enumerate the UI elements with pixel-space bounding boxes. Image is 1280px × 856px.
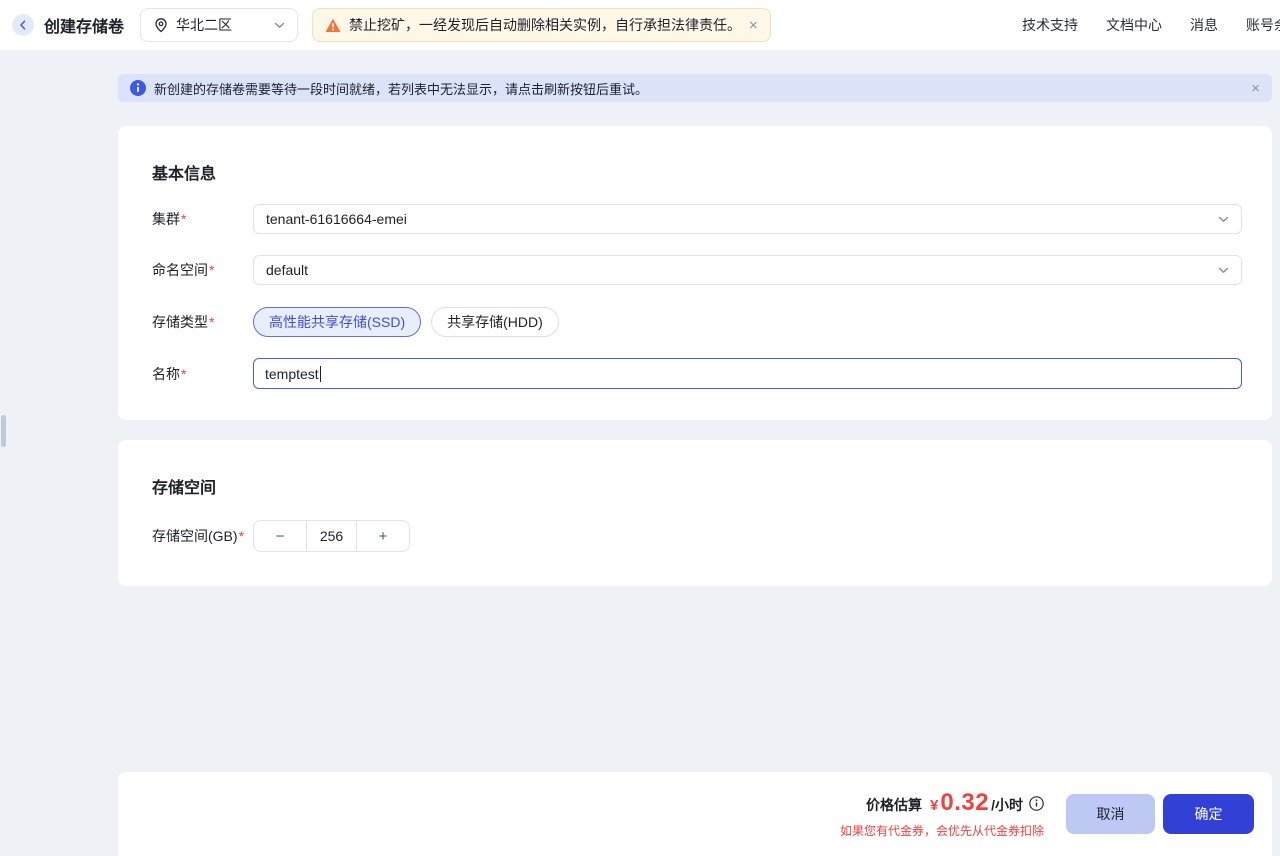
namespace-select-value: default [266, 262, 308, 278]
back-chevron-icon [19, 20, 27, 30]
required-asterisk: * [239, 528, 244, 544]
namespace-label: 命名空间* [152, 260, 253, 280]
price-estimate-label: 价格估算 [866, 795, 922, 815]
anti-mining-warning-banner: 禁止挖矿，一经发现后自动删除相关实例，自行承担法律责任。 × [312, 8, 771, 42]
confirm-button[interactable]: 确定 [1163, 794, 1254, 834]
chevron-down-icon [1218, 267, 1229, 274]
storage-size-row: 存储空间(GB)* − 256 + [152, 520, 1242, 552]
price-unit: /小时 [991, 795, 1023, 815]
cluster-select-value: tenant-61616664-emei [266, 211, 407, 227]
cluster-label: 集群* [152, 209, 253, 229]
storage-type-row: 存储类型* 高性能共享存储(SSD) 共享存储(HDD) [152, 307, 1242, 337]
location-pin-icon [153, 17, 169, 33]
text-cursor [320, 366, 322, 382]
namespace-select[interactable]: default [253, 255, 1242, 285]
chevron-down-icon [274, 22, 285, 29]
back-button[interactable] [12, 14, 34, 36]
price-estimate-block: 价格估算 ¥ 0.32 /小时 如果您有代金券，会优先从代金券扣除 [840, 789, 1044, 839]
required-asterisk: * [181, 211, 186, 227]
link-messages[interactable]: 消息 [1190, 15, 1218, 35]
left-scrollbar-thumb[interactable] [1, 415, 6, 447]
storage-size-label: 存储空间(GB)* [152, 526, 253, 546]
region-selector[interactable]: 华北二区 [140, 8, 298, 42]
chevron-down-icon [1218, 216, 1229, 223]
warning-close-icon[interactable]: × [749, 17, 758, 34]
price-line: 价格估算 ¥ 0.32 /小时 [840, 789, 1044, 817]
info-circle-icon [130, 80, 146, 96]
warning-triangle-icon [325, 18, 341, 33]
info-notice-banner: 新创建的存储卷需要等待一段时间就绪，若列表中无法显示，请点击刷新按钮后重试。 × [118, 74, 1272, 102]
basic-info-card: 基本信息 集群* tenant-61616664-emei 命名空间* defa… [118, 126, 1272, 420]
storage-type-option-ssd[interactable]: 高性能共享存储(SSD) [253, 307, 421, 337]
basic-info-title: 基本信息 [152, 160, 1242, 184]
link-docs-center[interactable]: 文档中心 [1106, 15, 1162, 35]
storage-space-card: 存储空间 存储空间(GB)* − 256 + [118, 440, 1272, 586]
stepper-decrement-button[interactable]: − [254, 521, 306, 551]
required-asterisk: * [181, 366, 186, 382]
link-account-balance[interactable]: 账号余 [1246, 15, 1280, 35]
storage-type-label: 存储类型* [152, 312, 253, 332]
required-asterisk: * [209, 314, 214, 330]
price-value: 0.32 [940, 789, 989, 817]
name-input-value: temptest [265, 366, 319, 382]
storage-size-stepper: − 256 + [253, 520, 410, 552]
cancel-button[interactable]: 取消 [1066, 794, 1155, 834]
storage-type-options: 高性能共享存储(SSD) 共享存储(HDD) [253, 307, 559, 337]
footer-buttons: 取消 确定 [1066, 794, 1254, 834]
name-label: 名称* [152, 364, 253, 384]
cluster-row: 集群* tenant-61616664-emei [152, 204, 1242, 234]
storage-type-option-hdd[interactable]: 共享存储(HDD) [431, 307, 559, 337]
link-tech-support[interactable]: 技术支持 [1022, 15, 1078, 35]
notice-text: 新创建的存储卷需要等待一段时间就绪，若列表中无法显示，请点击刷新按钮后重试。 [154, 79, 648, 98]
footer-action-bar: 价格估算 ¥ 0.32 /小时 如果您有代金券，会优先从代金券扣除 取消 确定 [118, 772, 1272, 856]
notice-close-icon[interactable]: × [1251, 80, 1260, 97]
warning-text: 禁止挖矿，一经发现后自动删除相关实例，自行承担法律责任。 [349, 15, 741, 35]
cluster-select[interactable]: tenant-61616664-emei [253, 204, 1242, 234]
stepper-value[interactable]: 256 [306, 521, 357, 551]
name-input[interactable]: temptest [253, 358, 1242, 389]
stepper-increment-button[interactable]: + [357, 521, 409, 551]
price-info-icon[interactable] [1029, 796, 1044, 811]
name-row: 名称* temptest [152, 358, 1242, 389]
required-asterisk: * [209, 262, 214, 278]
topbar: 创建存储卷 华北二区 禁止挖矿，一经发现后自动删除相关实例，自行承担法律责任。 … [0, 0, 1280, 50]
page-title: 创建存储卷 [44, 13, 124, 37]
topbar-links: 技术支持 文档中心 消息 账号余 [1022, 15, 1280, 35]
currency-symbol: ¥ [930, 797, 938, 814]
region-selector-value: 华北二区 [176, 15, 232, 35]
voucher-note: 如果您有代金券，会优先从代金券扣除 [840, 822, 1044, 839]
storage-space-title: 存储空间 [152, 474, 1242, 498]
page-content: 新创建的存储卷需要等待一段时间就绪，若列表中无法显示，请点击刷新按钮后重试。 ×… [0, 50, 1280, 856]
namespace-row: 命名空间* default [152, 255, 1242, 285]
